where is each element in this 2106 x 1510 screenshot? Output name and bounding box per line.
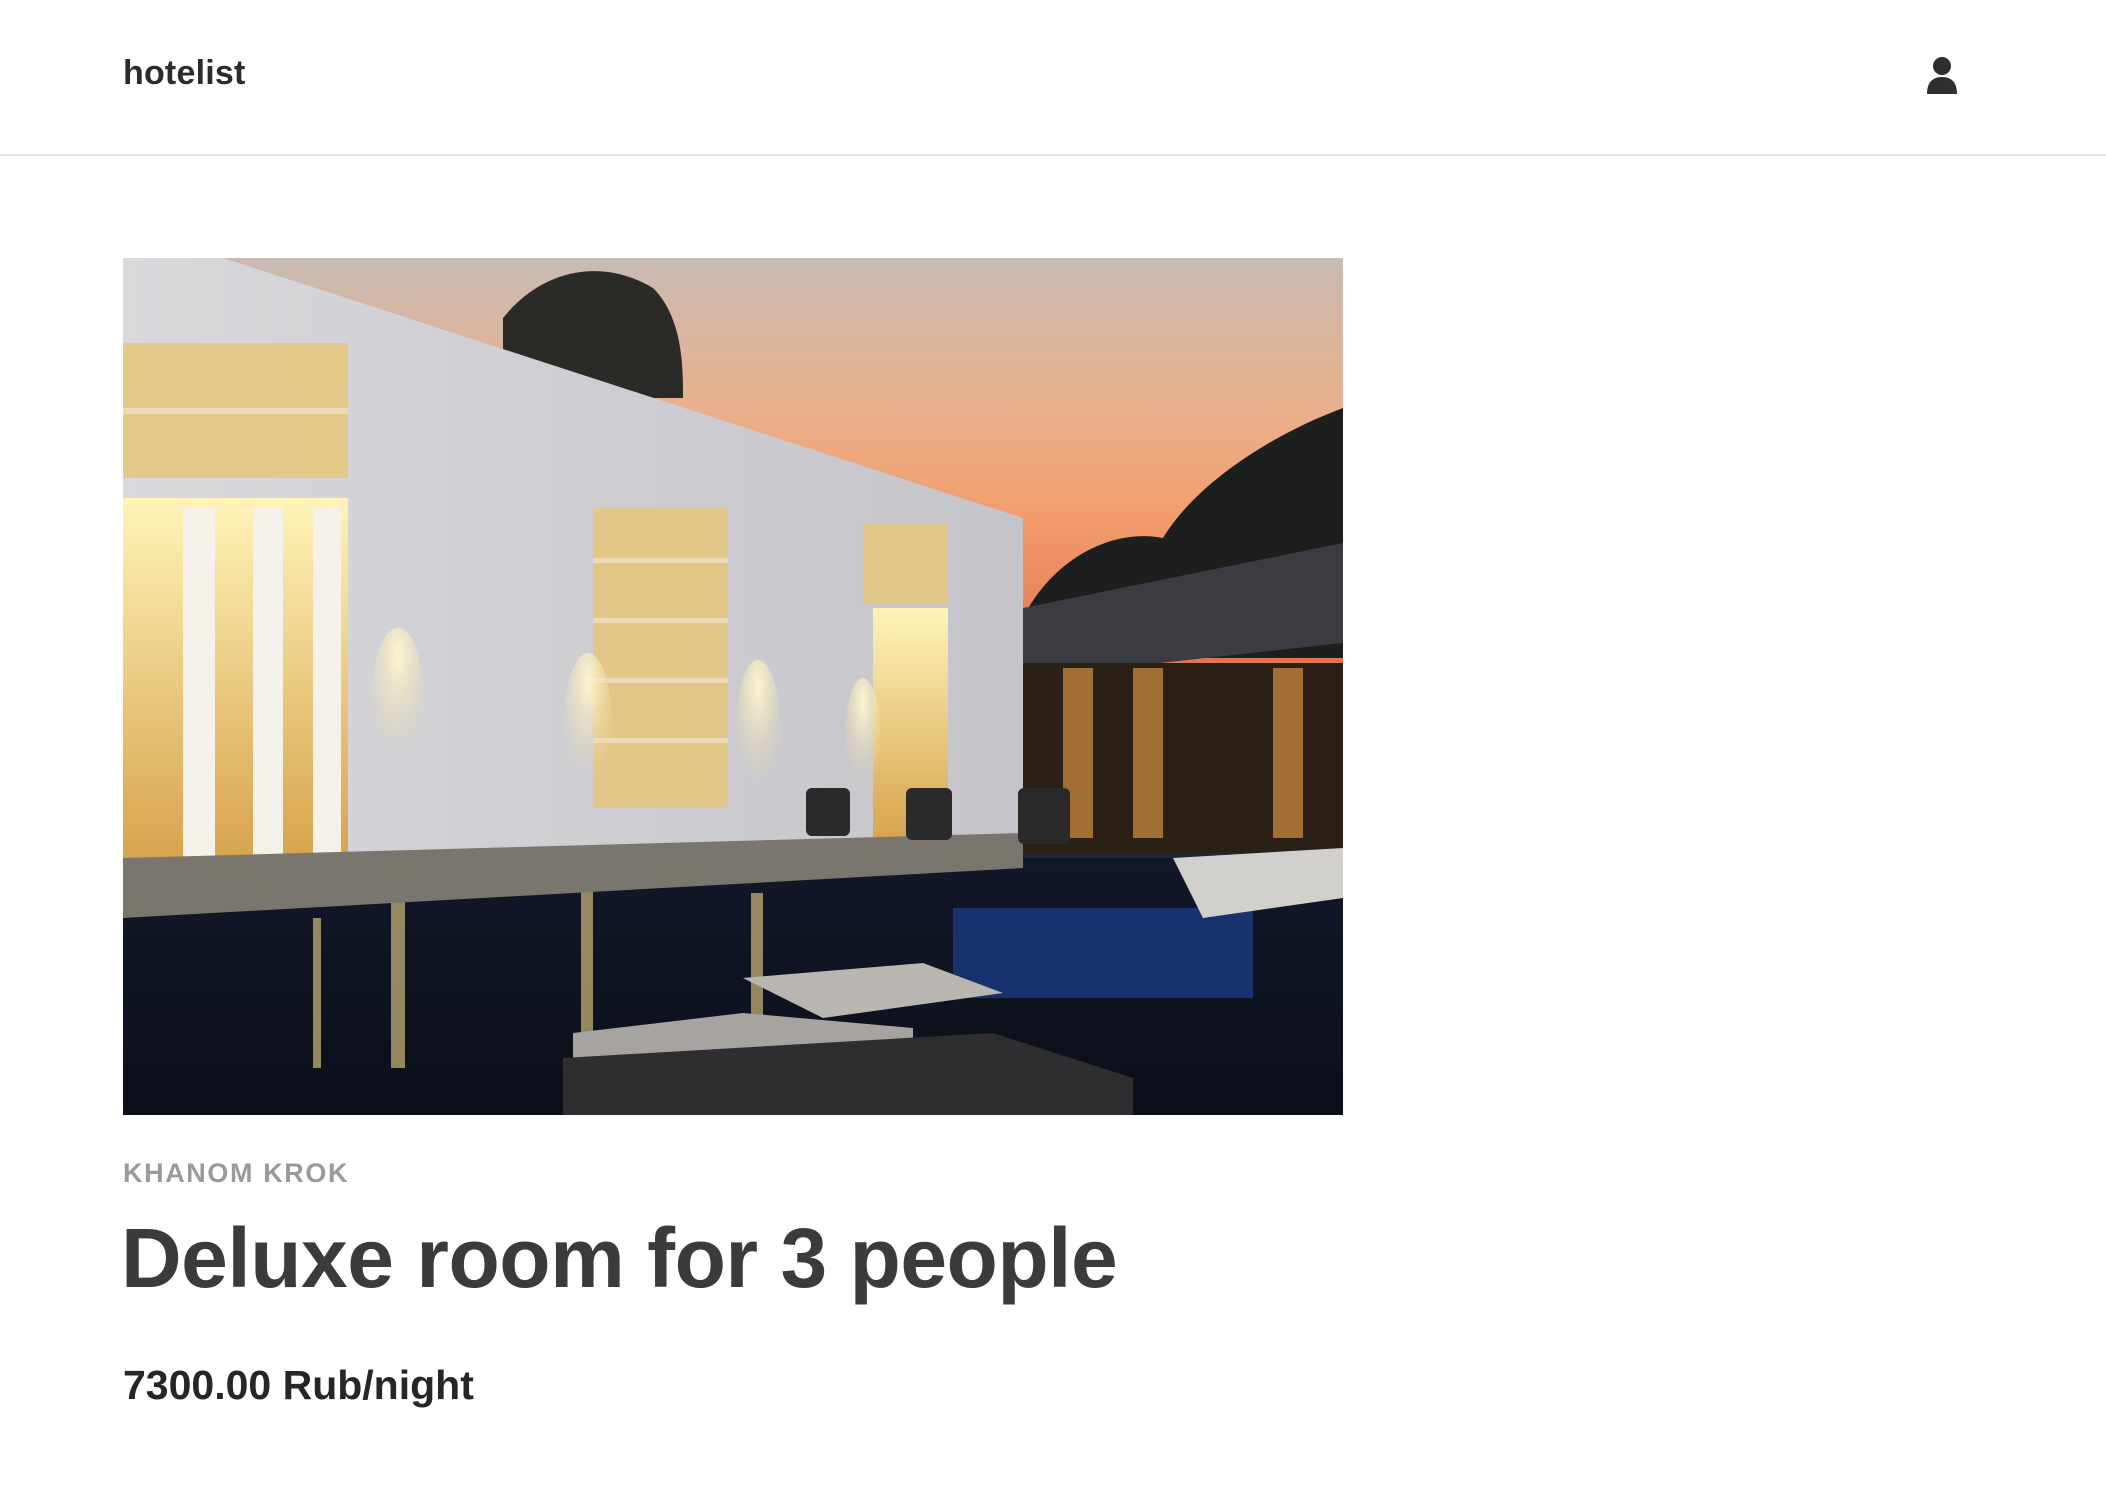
room-photo (123, 258, 1343, 1115)
user-icon (1927, 57, 1957, 94)
room-photo-image (123, 258, 1343, 1115)
brand-logo-link[interactable]: hotelist (123, 54, 246, 93)
room-price: 7300.00 Rub/night (123, 1362, 474, 1408)
hotel-location: KHANOM KROK (123, 1158, 350, 1188)
user-account-button[interactable] (1924, 56, 1960, 96)
top-nav-bar: hotelist (0, 0, 2106, 156)
room-title: Deluxe room for 3 people (121, 1211, 1118, 1305)
